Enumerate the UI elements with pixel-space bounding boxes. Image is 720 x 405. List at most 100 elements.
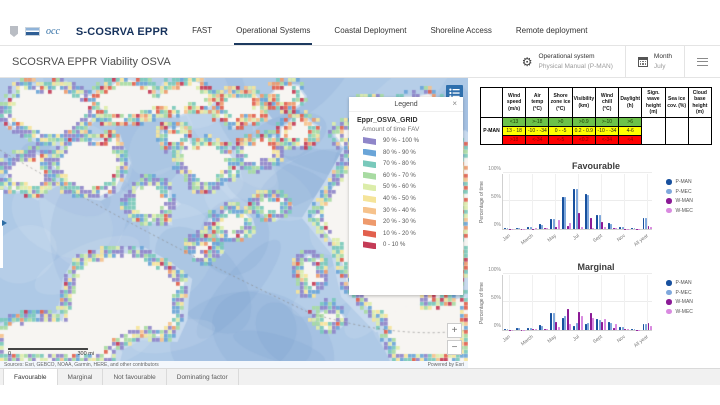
x-tick-label: Jan xyxy=(490,233,511,251)
map-area[interactable]: Legend × Eppr_OSVA_GRID Amount of time F… xyxy=(0,78,468,368)
bar xyxy=(541,225,543,229)
operational-system-label: Operational system xyxy=(539,52,613,61)
bar xyxy=(631,228,633,229)
bar-group xyxy=(526,174,538,229)
criteria-value-cell: >-10 xyxy=(595,118,618,127)
y-tick-label: 100% xyxy=(488,166,501,172)
y-tick-label: 50% xyxy=(491,194,501,200)
bar xyxy=(569,324,571,330)
legend-dot-icon xyxy=(666,208,672,214)
scalebar-start: 0 xyxy=(8,351,11,357)
bar xyxy=(550,219,552,229)
chart-plot: 0%50%100% xyxy=(502,275,652,331)
bar xyxy=(650,326,652,330)
close-icon[interactable]: × xyxy=(452,99,457,108)
chart-legend-label: P-MEC xyxy=(676,189,692,195)
legend-swatch xyxy=(363,137,376,145)
bar-group xyxy=(584,174,596,229)
x-tick-label: Jul xyxy=(560,233,581,251)
legend-dot-icon xyxy=(666,189,672,195)
zoom-out-button[interactable]: − xyxy=(447,340,462,355)
nav-tab-remote-deployment[interactable]: Remote deployment xyxy=(514,18,590,45)
criteria-col-header: Air temp (°C) xyxy=(526,88,549,118)
legend-class-label: 60 % - 70 % xyxy=(383,173,416,179)
x-tick-label: March xyxy=(514,233,535,251)
bar xyxy=(569,223,571,229)
nav-tab-shoreline-access[interactable]: Shoreline Access xyxy=(428,18,493,45)
chart-legend-label: W-MAN xyxy=(676,299,693,305)
top-white-strip xyxy=(0,0,720,18)
chart-legend-label: P-MAN xyxy=(676,280,692,286)
x-tick-label: Nov xyxy=(606,233,627,251)
bottom-tab-favourable[interactable]: Favourable xyxy=(3,369,58,385)
bar-group xyxy=(549,174,561,229)
criteria-value-cell: 4-6 xyxy=(619,127,642,136)
bar xyxy=(523,330,525,331)
criteria-col-header: Cloud base height (m) xyxy=(688,88,711,118)
main-area: Legend × Eppr_OSVA_GRID Amount of time F… xyxy=(0,78,720,368)
bar xyxy=(631,329,633,330)
gear-icon: ⚙ xyxy=(522,56,533,68)
chart-legend-item: W-MAN xyxy=(666,198,693,204)
bar xyxy=(558,220,560,229)
nav-tab-operational-systems[interactable]: Operational Systems xyxy=(234,18,312,45)
criteria-col-header: Shore zone ice (°C) xyxy=(549,88,572,118)
chart-legend-item: W-MEC xyxy=(666,208,693,214)
bar-group xyxy=(641,174,653,229)
bottom-tab-dominating-factor[interactable]: Dominating factor xyxy=(167,369,239,385)
month-control[interactable]: Month July xyxy=(626,46,684,77)
legend-dot-icon xyxy=(666,299,672,305)
header-controls: ⚙ Operational system Physical Manual (P-… xyxy=(510,46,720,77)
y-tick-label: 0% xyxy=(494,323,501,329)
legend-class-label: 30 % - 40 % xyxy=(383,208,416,214)
bar xyxy=(578,213,580,229)
bar xyxy=(596,215,598,229)
x-tick-label: Sept xyxy=(583,334,604,352)
panel-expand-arrow-icon[interactable] xyxy=(2,220,7,226)
nav-tab-fast[interactable]: FAST xyxy=(190,18,214,45)
x-tick-label: Sept xyxy=(583,233,604,251)
legend-swatch xyxy=(363,149,376,157)
legend-dot-icon xyxy=(666,198,672,204)
occ-logo: occ xyxy=(46,26,60,37)
nav-tabs: FAST Operational Systems Coastal Deploymen… xyxy=(190,18,609,45)
bottom-tab-marginal[interactable]: Marginal xyxy=(58,369,104,385)
legend-swatch xyxy=(363,218,376,226)
criteria-value-cell: >-18 xyxy=(526,118,549,127)
legend-class-item: 30 % - 40 % xyxy=(363,207,455,215)
gridline xyxy=(503,172,652,173)
bar xyxy=(587,323,589,330)
bar xyxy=(504,329,506,330)
legend-items: 90 % - 100 %80 % - 90 %70 % - 80 %60 % -… xyxy=(349,136,463,253)
operational-system-control[interactable]: ⚙ Operational system Physical Manual (P-… xyxy=(510,46,625,77)
nav-tab-coastal-deployment[interactable]: Coastal Deployment xyxy=(332,18,408,45)
bar xyxy=(645,324,647,330)
bar xyxy=(638,330,640,331)
bar xyxy=(587,195,589,229)
bar xyxy=(573,189,575,229)
month-label: Month xyxy=(654,52,672,61)
legend-class-label: 70 % - 80 % xyxy=(383,161,416,167)
bar xyxy=(615,228,617,229)
bar xyxy=(555,322,557,330)
x-tick-label: All year xyxy=(629,233,650,251)
bar-group xyxy=(630,174,642,229)
legend-class-label: 10 % - 20 % xyxy=(383,231,416,237)
legend-dot-icon xyxy=(666,280,672,286)
legend-swatch xyxy=(363,172,376,180)
bottom-tab-not-favourable[interactable]: Not favourable xyxy=(103,369,166,385)
bar xyxy=(578,312,580,330)
hamburger-menu-icon[interactable] xyxy=(685,46,720,77)
bottom-tabs: FavourableMarginalNot favourableDominati… xyxy=(0,368,720,385)
legend-class-item: 40 % - 50 % xyxy=(363,195,455,203)
criteria-value-cell: 0.2 - 0.9 xyxy=(572,127,595,136)
bar-group xyxy=(515,275,527,330)
criteria-value-cell: <-34 xyxy=(595,136,618,145)
bar-group xyxy=(607,275,619,330)
x-tick-label: Jul xyxy=(560,334,581,352)
chart-legend-label: P-MAN xyxy=(676,179,692,185)
bar xyxy=(509,330,511,331)
bar xyxy=(527,328,529,330)
zoom-in-button[interactable]: + xyxy=(447,323,462,338)
legend-swatch xyxy=(363,183,376,191)
